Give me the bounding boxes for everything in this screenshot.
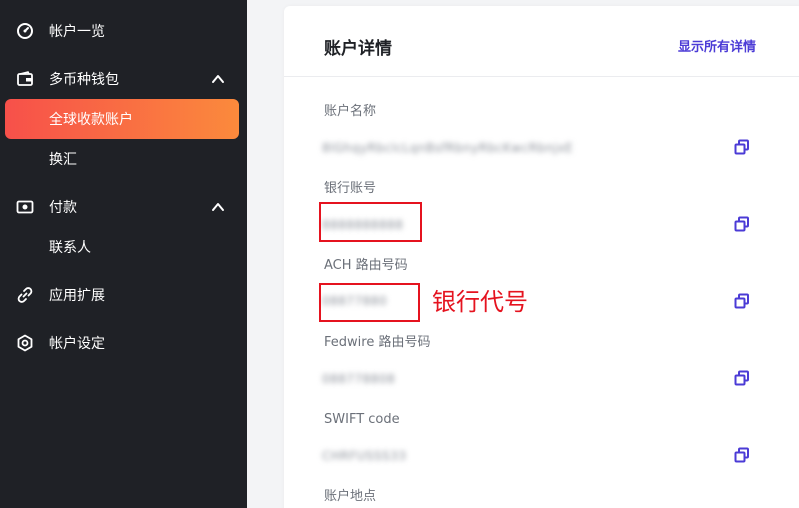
sidebar-item-exchange[interactable]: 换汇 — [0, 139, 247, 179]
link-icon — [16, 286, 34, 304]
field-label-fedwire-routing-number: Fedwire 路由号码 — [324, 335, 431, 350]
sidebar-item-app-extensions[interactable]: 应用扩展 — [0, 275, 247, 315]
sidebar-item-contacts[interactable]: 联系人 — [0, 227, 247, 267]
sidebar-item-global-receiving-account[interactable]: 全球收款账户 — [5, 99, 239, 139]
card-header: 账户详情 显示所有详情 — [284, 6, 799, 77]
settings-icon — [16, 334, 34, 352]
card-title: 账户详情 — [324, 39, 392, 59]
sidebar-item-multi-currency-wallet[interactable]: 多币种钱包 — [0, 59, 247, 99]
field-label-ach-routing-number: ACH 路由号码 — [324, 258, 408, 273]
sidebar-item-label: 换汇 — [49, 152, 77, 168]
sidebar: 帐户一览 多币种钱包 全球收款账户 换汇 付款 联系人 应用扩展 帐户设定 — [0, 0, 247, 508]
chevron-up-icon[interactable] — [211, 72, 225, 86]
sidebar-item-payment[interactable]: 付款 — [0, 187, 247, 227]
sidebar-item-account-settings[interactable]: 帐户设定 — [0, 323, 247, 363]
field-value-fedwire-routing-number: 088778808 — [322, 372, 396, 386]
account-details-card: 账户详情 显示所有详情 账户名称 8lGhqyRbclcLqnBsfRbnyRb… — [284, 6, 799, 508]
field-value-swift-code: CHRFUSSS33 — [322, 449, 407, 463]
payment-icon — [16, 198, 34, 216]
copy-icon[interactable] — [734, 370, 750, 386]
sidebar-item-label: 帐户设定 — [49, 336, 105, 352]
copy-icon[interactable] — [734, 293, 750, 309]
sidebar-item-label: 联系人 — [49, 240, 91, 256]
field-label-account-location: 账户地点 — [324, 489, 377, 504]
sidebar-item-label: 帐户一览 — [49, 24, 105, 40]
wallet-icon — [16, 70, 34, 88]
sidebar-item-label: 多币种钱包 — [49, 72, 119, 88]
copy-icon[interactable] — [734, 447, 750, 463]
highlight-box-ach-routing — [319, 283, 420, 322]
sidebar-item-label: 应用扩展 — [49, 288, 105, 304]
highlight-box-bank-account — [319, 202, 422, 242]
field-label-swift-code: SWIFT code — [324, 412, 400, 427]
chevron-up-icon[interactable] — [211, 200, 225, 214]
annotation-bank-code: 银行代号 — [432, 288, 528, 316]
sidebar-item-label: 付款 — [49, 200, 77, 216]
show-all-details-link[interactable]: 显示所有详情 — [678, 39, 756, 57]
copy-icon[interactable] — [734, 216, 750, 232]
field-value-account-name: 8lGhqyRbclcLqnBsfRbnyRbcKwcRbnjxE — [322, 141, 574, 155]
sidebar-item-label: 全球收款账户 — [49, 112, 133, 128]
copy-icon[interactable] — [734, 139, 750, 155]
sidebar-item-account-overview[interactable]: 帐户一览 — [0, 11, 247, 51]
field-label-bank-account-number: 银行账号 — [324, 181, 377, 196]
dashboard-icon — [16, 22, 34, 40]
field-label-account-name: 账户名称 — [324, 104, 377, 119]
